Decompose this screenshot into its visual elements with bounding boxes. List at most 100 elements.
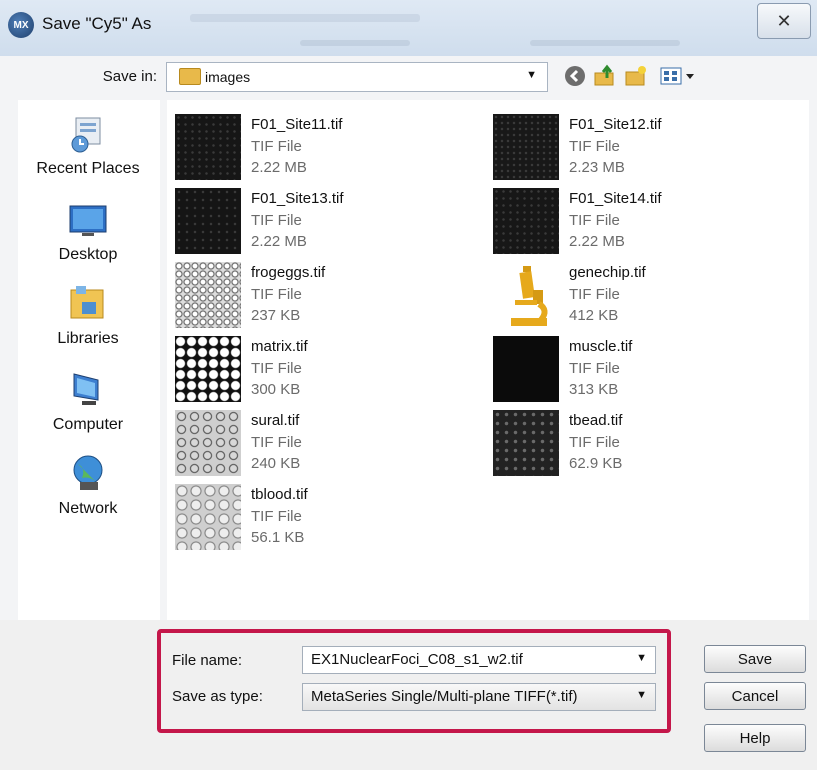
place-label: Desktop — [58, 246, 118, 263]
file-name: matrix.tif — [251, 338, 308, 355]
desktop-icon — [68, 200, 108, 240]
place-label: Computer — [52, 416, 124, 433]
image-thumbnail — [175, 262, 241, 328]
folder-icon — [179, 68, 201, 85]
image-thumbnail — [175, 188, 241, 254]
save-as-type-value: MetaSeries Single/Multi-plane TIFF(*.tif… — [311, 688, 578, 705]
chevron-down-icon: ▼ — [636, 689, 647, 701]
image-thumbnail — [493, 188, 559, 254]
background-blur — [530, 40, 680, 46]
microscope-icon — [493, 262, 559, 328]
file-size: 240 KB — [251, 455, 301, 472]
file-size: 2.22 MB — [251, 159, 307, 176]
file-name: tblood.tif — [251, 486, 308, 503]
image-thumbnail — [493, 114, 559, 180]
file-size: 2.23 MB — [569, 159, 625, 176]
chevron-down-icon: ▼ — [526, 69, 537, 81]
image-thumbnail — [175, 484, 241, 550]
file-type: TIF File — [251, 138, 302, 155]
file-type: TIF File — [569, 360, 620, 377]
up-folder-icon[interactable] — [593, 64, 617, 88]
back-icon[interactable] — [563, 64, 587, 88]
file-item[interactable]: tbead.tif TIF File 62.9 KB — [485, 404, 785, 476]
place-label: Recent Places — [36, 160, 140, 177]
file-item[interactable]: sural.tif TIF File 240 KB — [167, 404, 467, 476]
file-item[interactable]: muscle.tif TIF File 313 KB — [485, 330, 785, 402]
place-label: Libraries — [57, 330, 119, 347]
file-size: 313 KB — [569, 381, 619, 398]
image-thumbnail — [175, 410, 241, 476]
save-as-dialog: MX Save "Cy5" As ✕ Save in: images ▼ Rec… — [0, 0, 817, 770]
file-size: 300 KB — [251, 381, 301, 398]
computer-icon — [68, 370, 108, 410]
file-item[interactable]: F01_Site11.tif TIF File 2.22 MB — [167, 108, 467, 180]
new-folder-icon[interactable] — [624, 64, 648, 88]
location-value: images — [205, 69, 251, 85]
file-type: TIF File — [569, 212, 620, 229]
file-name: muscle.tif — [569, 338, 633, 355]
metaxpress-app-icon: MX — [8, 12, 34, 38]
file-item[interactable]: frogeggs.tif TIF File 237 KB — [167, 256, 467, 328]
chevron-down-icon[interactable]: ▼ — [636, 652, 647, 664]
place-recent-places[interactable]: Recent Places — [8, 114, 168, 178]
file-name: sural.tif — [251, 412, 300, 429]
file-size: 412 KB — [569, 307, 619, 324]
file-size: 237 KB — [251, 307, 301, 324]
place-network[interactable]: Network — [8, 454, 168, 518]
file-type: TIF File — [569, 138, 620, 155]
file-name-label: File name: — [172, 652, 243, 669]
cancel-button[interactable]: Cancel — [704, 682, 806, 710]
save-form-area: File name: EX1NuclearFoci_C08_s1_w2.tif … — [0, 620, 817, 770]
file-size: 2.22 MB — [569, 233, 625, 250]
save-as-type-dropdown[interactable]: MetaSeries Single/Multi-plane TIFF(*.tif… — [302, 683, 656, 711]
close-button[interactable]: ✕ — [757, 3, 811, 39]
libraries-icon — [68, 284, 108, 324]
file-type: TIF File — [569, 286, 620, 303]
places-bar: Recent Places Desktop Libraries Computer… — [18, 100, 160, 620]
file-item[interactable]: F01_Site13.tif TIF File 2.22 MB — [167, 182, 467, 254]
file-size: 2.22 MB — [251, 233, 307, 250]
background-blur — [300, 40, 410, 46]
save-in-label: Save in: — [102, 68, 157, 85]
view-menu-icon[interactable] — [658, 64, 698, 88]
file-item[interactable]: genechip.tif TIF File 412 KB — [485, 256, 785, 326]
background-blur — [190, 14, 420, 22]
dialog-title: Save "Cy5" As — [42, 14, 152, 33]
place-desktop[interactable]: Desktop — [8, 200, 168, 264]
file-item[interactable]: matrix.tif TIF File 300 KB — [167, 330, 467, 402]
file-name-value: EX1NuclearFoci_C08_s1_w2.tif — [311, 651, 523, 668]
file-list: F01_Site11.tif TIF File 2.22 MB F01_Site… — [167, 100, 809, 620]
save-button[interactable]: Save — [704, 645, 806, 673]
close-icon: ✕ — [776, 10, 792, 31]
file-type: TIF File — [251, 212, 302, 229]
image-thumbnail — [493, 336, 559, 402]
recent-places-icon — [68, 114, 108, 154]
file-name-field[interactable]: EX1NuclearFoci_C08_s1_w2.tif ▼ — [302, 646, 656, 674]
save-in-dropdown[interactable]: images ▼ — [166, 62, 548, 92]
app-badge-text: MX — [13, 19, 29, 31]
file-item[interactable]: F01_Site14.tif TIF File 2.22 MB — [485, 182, 785, 254]
save-as-type-label: Save as type: — [172, 688, 263, 705]
file-type: TIF File — [251, 360, 302, 377]
image-thumbnail — [175, 336, 241, 402]
file-type: TIF File — [251, 286, 302, 303]
file-type: TIF File — [251, 508, 302, 525]
file-size: 62.9 KB — [569, 455, 623, 472]
file-name: F01_Site11.tif — [251, 116, 343, 133]
image-thumbnail — [175, 114, 241, 180]
image-thumbnail — [493, 410, 559, 476]
file-type: TIF File — [251, 434, 302, 451]
place-libraries[interactable]: Libraries — [8, 284, 168, 348]
network-icon — [68, 454, 108, 494]
file-item[interactable]: tblood.tif TIF File 56.1 KB — [167, 478, 467, 550]
file-name: tbead.tif — [569, 412, 623, 429]
title-bar: MX Save "Cy5" As ✕ — [0, 0, 817, 56]
file-item[interactable]: F01_Site12.tif TIF File 2.23 MB — [485, 108, 785, 180]
file-size: 56.1 KB — [251, 529, 305, 546]
file-type: TIF File — [569, 434, 620, 451]
file-name: frogeggs.tif — [251, 264, 326, 281]
place-computer[interactable]: Computer — [8, 370, 168, 434]
file-name: genechip.tif — [569, 264, 646, 281]
help-button[interactable]: Help — [704, 724, 806, 752]
file-name: F01_Site13.tif — [251, 190, 344, 207]
